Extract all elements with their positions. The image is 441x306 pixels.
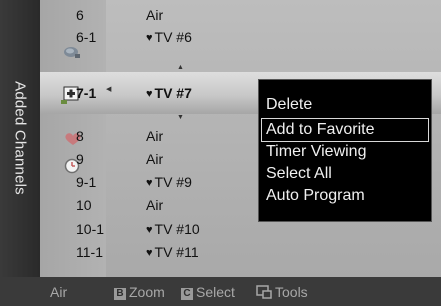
- channel-name: TV #6: [154, 29, 192, 45]
- channel-name: Air: [146, 151, 164, 167]
- menu-item-auto-program[interactable]: Auto Program: [262, 185, 428, 207]
- side-title-strip: Added Channels: [0, 0, 41, 277]
- menu-item-delete[interactable]: Delete: [262, 94, 428, 116]
- channel-number: 9: [76, 151, 84, 167]
- zoom-button[interactable]: B Zoom: [114, 284, 165, 301]
- channel-name: TV #10: [154, 221, 200, 237]
- c-key-icon: C: [181, 288, 193, 300]
- channel-name: TV #9: [154, 174, 192, 190]
- scroll-down-arrow-icon[interactable]: ▼: [177, 114, 184, 121]
- menu-item-select-all[interactable]: Select All: [262, 163, 428, 185]
- b-key-icon: B: [114, 288, 126, 300]
- bottom-help-bar: Air B Zoom C Select Tools: [0, 277, 441, 306]
- channel-name-wrap: ♥ TV #9: [146, 174, 192, 190]
- channel-number: 7-1: [76, 85, 97, 101]
- channel-name: TV #11: [154, 244, 199, 260]
- channel-number: 9-1: [76, 174, 97, 190]
- menu-item-add-to-favorite[interactable]: Add to Favorite: [261, 118, 429, 142]
- favorite-heart-icon: ♥: [146, 88, 153, 100]
- tools-menu: Delete Add to Favorite Timer Viewing Sel…: [258, 79, 432, 222]
- added-channels-screen: Added Channels 6 Air 6-1 ♥ TV #6 ▲ ◀ 7-1 …: [0, 0, 441, 306]
- favorite-heart-icon: ♥: [146, 224, 153, 236]
- channel-row[interactable]: 11-1 ♥ TV #11: [66, 241, 401, 263]
- favorite-heart-icon: ♥: [146, 247, 153, 259]
- tools-button[interactable]: Tools: [256, 284, 308, 300]
- favorite-heart-icon: ♥: [146, 177, 153, 189]
- favorite-heart-icon: ♥: [146, 32, 153, 44]
- select-button[interactable]: C Select: [181, 284, 235, 301]
- tools-icon: [256, 285, 272, 299]
- scroll-up-arrow-icon[interactable]: ▲: [177, 64, 184, 71]
- channel-number: 8: [76, 128, 84, 144]
- channel-number: 11-1: [76, 244, 103, 260]
- zoom-label: Zoom: [129, 284, 165, 300]
- source-label: Air: [50, 284, 68, 300]
- menu-item-timer-viewing[interactable]: Timer Viewing: [262, 141, 428, 163]
- channel-row[interactable]: 6 Air: [66, 4, 401, 26]
- channel-name-wrap: ♥ TV #7: [146, 85, 192, 101]
- channel-number: 6-1: [76, 29, 97, 45]
- tools-label: Tools: [275, 284, 308, 300]
- channel-name-wrap: ♥ TV #10: [146, 221, 200, 237]
- channel-name: Air: [146, 128, 164, 144]
- channel-number: 10-1: [76, 221, 105, 237]
- channel-name-wrap: ♥ TV #11: [146, 244, 199, 260]
- channel-name: Air: [146, 7, 164, 23]
- select-label: Select: [196, 284, 235, 300]
- side-title: Added Channels: [11, 81, 29, 195]
- channel-row[interactable]: 6-1 ♥ TV #6: [66, 26, 401, 48]
- channel-name-wrap: ♥ TV #6: [146, 29, 192, 45]
- channel-name: Air: [146, 197, 164, 213]
- channel-number: 10: [76, 197, 92, 213]
- channel-name: TV #7: [154, 85, 192, 101]
- channel-number: 6: [76, 7, 84, 23]
